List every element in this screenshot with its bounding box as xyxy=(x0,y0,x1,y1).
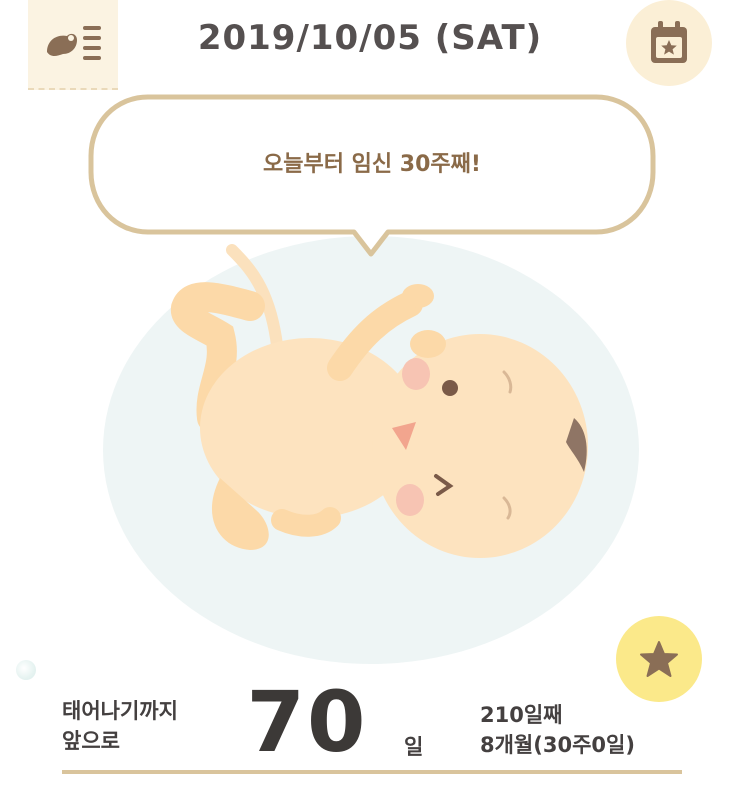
pregnancy-month-week: 8개월(30주0일) xyxy=(480,733,635,757)
page-title-date: 2019/10/05 (SAT) xyxy=(197,18,543,58)
pregnancy-week-message: 오늘부터 임신 30주째! xyxy=(263,152,481,177)
countdown-label-line2: 앞으로 xyxy=(62,729,120,753)
menu-button[interactable] xyxy=(28,0,118,90)
divider xyxy=(62,770,682,774)
decor-dot xyxy=(16,660,36,680)
days-remaining-value: 70 xyxy=(246,673,368,771)
days-unit-label: 일 xyxy=(404,735,424,759)
star-icon xyxy=(640,641,678,677)
favorite-button[interactable] xyxy=(616,616,702,702)
calendar-star-icon xyxy=(651,21,687,63)
fetus-illustration xyxy=(100,228,642,678)
pregnancy-day-count: 210일째 xyxy=(480,703,563,727)
calendar-button[interactable] xyxy=(626,0,712,86)
countdown-label: 태어나기까지 앞으로 xyxy=(62,696,232,756)
fetus-list-icon xyxy=(47,26,101,60)
countdown-label-line1: 태어나기까지 xyxy=(62,699,178,723)
speech-bubble: 오늘부터 임신 30주째! xyxy=(88,94,656,262)
